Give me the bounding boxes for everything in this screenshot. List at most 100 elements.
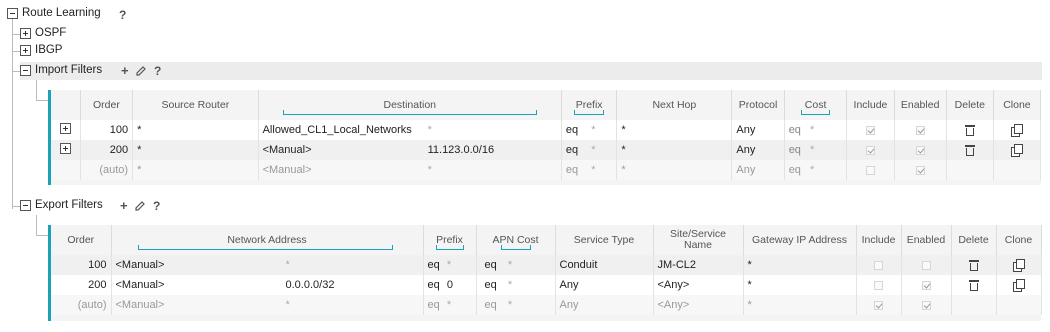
enabled-checkbox[interactable] — [921, 300, 931, 310]
site-service-name-cell[interactable]: <Any> — [653, 295, 744, 315]
protocol-cell[interactable]: Any — [731, 140, 785, 160]
expand-ospf-icon[interactable] — [20, 28, 31, 39]
add-export-filter-icon[interactable]: + — [120, 199, 128, 212]
trash-icon[interactable] — [968, 259, 979, 272]
next-hop-cell[interactable]: * — [616, 160, 733, 180]
apn-cost-cell[interactable]: eq * — [476, 275, 556, 295]
next-hop-cell[interactable]: * — [616, 140, 733, 160]
cost-value: * — [810, 124, 815, 136]
expand-ibgp-icon[interactable] — [20, 45, 31, 56]
prefix-value: * — [446, 299, 452, 311]
include-checkbox[interactable] — [874, 260, 883, 270]
source-router-cell[interactable]: * — [132, 160, 259, 180]
cost-cell[interactable]: eq * — [784, 160, 848, 180]
edit-export-filters-icon[interactable] — [134, 200, 146, 212]
service-type-cell[interactable]: Any — [555, 295, 654, 315]
clone-header: Clone — [996, 225, 1042, 255]
collapse-import-filters-icon[interactable] — [20, 65, 31, 76]
edit-import-filters-icon[interactable] — [135, 65, 147, 77]
order-cell[interactable]: 200 — [51, 275, 112, 295]
export-filters-help-icon[interactable]: ? — [153, 199, 160, 213]
next-hop-cell[interactable]: * — [616, 120, 733, 140]
order-cell[interactable]: (auto) — [51, 295, 112, 315]
delete-header: Delete — [946, 90, 994, 120]
destination-ip: * — [427, 164, 432, 176]
table-row[interactable]: 100 <Manual> * eq * eq * Conduit JM-CL2 * — [51, 255, 1042, 275]
prefix-header: Prefix — [423, 225, 477, 255]
export-filters-table: Order Network Address Prefix APN Cost Se… — [51, 225, 1042, 315]
table-row[interactable]: (auto) * <Manual> * eq * * Any eq * — [51, 160, 1042, 180]
enabled-checkbox[interactable] — [915, 145, 925, 155]
order-cell[interactable]: 200 — [80, 140, 134, 160]
order-cell[interactable]: (auto) — [80, 160, 134, 180]
enabled-checkbox[interactable] — [921, 280, 931, 290]
trash-icon[interactable] — [964, 124, 975, 137]
cost-cell[interactable]: eq * — [784, 140, 848, 160]
trash-icon[interactable] — [968, 279, 979, 292]
network-address-cell[interactable]: <Manual> * — [111, 255, 424, 275]
enabled-checkbox[interactable] — [921, 260, 931, 270]
apn-cost-cell[interactable]: eq * — [476, 295, 556, 315]
service-type-cell[interactable]: Conduit — [555, 255, 654, 275]
network-address-cell[interactable]: <Manual> * — [111, 295, 424, 315]
route-learning-help-icon[interactable]: ? — [119, 8, 126, 22]
prefix-cell[interactable]: eq * — [423, 295, 477, 315]
expand-row-icon[interactable] — [59, 123, 71, 134]
network-ip: 0.0.0.0/32 — [285, 279, 335, 291]
include-checkbox[interactable] — [874, 300, 883, 310]
clone-icon[interactable] — [1011, 144, 1024, 158]
prefix-cell[interactable]: eq * — [561, 160, 618, 180]
prefix-cell[interactable]: eq * — [561, 140, 618, 160]
table-row[interactable]: (auto) <Manual> * eq * eq * Any <Any> * — [51, 295, 1042, 315]
network-name: <Manual> — [115, 299, 165, 311]
source-router-cell[interactable]: * — [132, 120, 259, 140]
apn-cost-cell[interactable]: eq * — [476, 255, 556, 275]
cost-cell[interactable]: eq * — [784, 120, 848, 140]
prefix-op: eq — [565, 164, 579, 176]
source-router-header: Source Router — [132, 90, 259, 120]
prefix-cell[interactable]: eq * — [561, 120, 618, 140]
order-cell[interactable]: 100 — [80, 120, 134, 140]
include-header: Include — [856, 225, 902, 255]
site-service-name-cell[interactable]: JM-CL2 — [653, 255, 744, 275]
include-checkbox[interactable] — [865, 145, 875, 155]
clone-icon[interactable] — [1013, 279, 1025, 293]
cost-op: eq — [788, 144, 801, 156]
table-row[interactable]: 200 <Manual> 0.0.0.0/32 eq 0 eq * Any <An… — [51, 275, 1042, 295]
prefix-header: Prefix — [561, 90, 618, 120]
enabled-checkbox[interactable] — [915, 125, 925, 135]
clone-icon[interactable] — [1013, 259, 1025, 273]
destination-cell[interactable]: <Manual> * — [258, 160, 562, 180]
destination-ip: * — [427, 124, 432, 136]
enabled-checkbox[interactable] — [915, 165, 925, 175]
site-service-name-cell[interactable]: <Any> — [653, 275, 744, 295]
table-row[interactable]: 200 * <Manual> 11.123.0.0/16 eq * * Any e… — [51, 140, 1042, 160]
order-cell[interactable]: 100 — [51, 255, 112, 275]
apn-cost-header: APN Cost — [476, 225, 556, 255]
export-filters-label: Export Filters — [35, 199, 103, 211]
gateway-ip-cell[interactable]: * — [743, 255, 857, 275]
destination-cell[interactable]: Allowed_CL1_Local_Networks * — [258, 120, 562, 140]
prefix-cell[interactable]: eq 0 — [423, 275, 477, 295]
include-checkbox[interactable] — [865, 165, 875, 175]
destination-name: Allowed_CL1_Local_Networks — [262, 124, 412, 136]
table-row[interactable]: 100 * Allowed_CL1_Local_Networks * eq * *… — [51, 120, 1042, 140]
collapse-route-learning-icon[interactable] — [7, 8, 18, 19]
import-filters-help-icon[interactable]: ? — [154, 64, 161, 78]
source-router-cell[interactable]: * — [132, 140, 259, 160]
clone-icon[interactable] — [1011, 124, 1024, 138]
expand-row-icon[interactable] — [59, 143, 71, 154]
prefix-cell[interactable]: eq * — [423, 255, 477, 275]
protocol-cell[interactable]: Any — [731, 120, 785, 140]
add-import-filter-icon[interactable]: + — [121, 64, 129, 77]
include-checkbox[interactable] — [865, 125, 875, 135]
network-address-cell[interactable]: <Manual> 0.0.0.0/32 — [111, 275, 424, 295]
include-checkbox[interactable] — [874, 280, 883, 290]
service-type-cell[interactable]: Any — [555, 275, 654, 295]
destination-cell[interactable]: <Manual> 11.123.0.0/16 — [258, 140, 562, 160]
collapse-export-filters-icon[interactable] — [20, 200, 31, 211]
trash-icon[interactable] — [964, 144, 975, 157]
gateway-ip-cell[interactable]: * — [743, 275, 857, 295]
protocol-cell[interactable]: Any — [731, 160, 785, 180]
gateway-ip-cell[interactable]: * — [743, 295, 857, 315]
